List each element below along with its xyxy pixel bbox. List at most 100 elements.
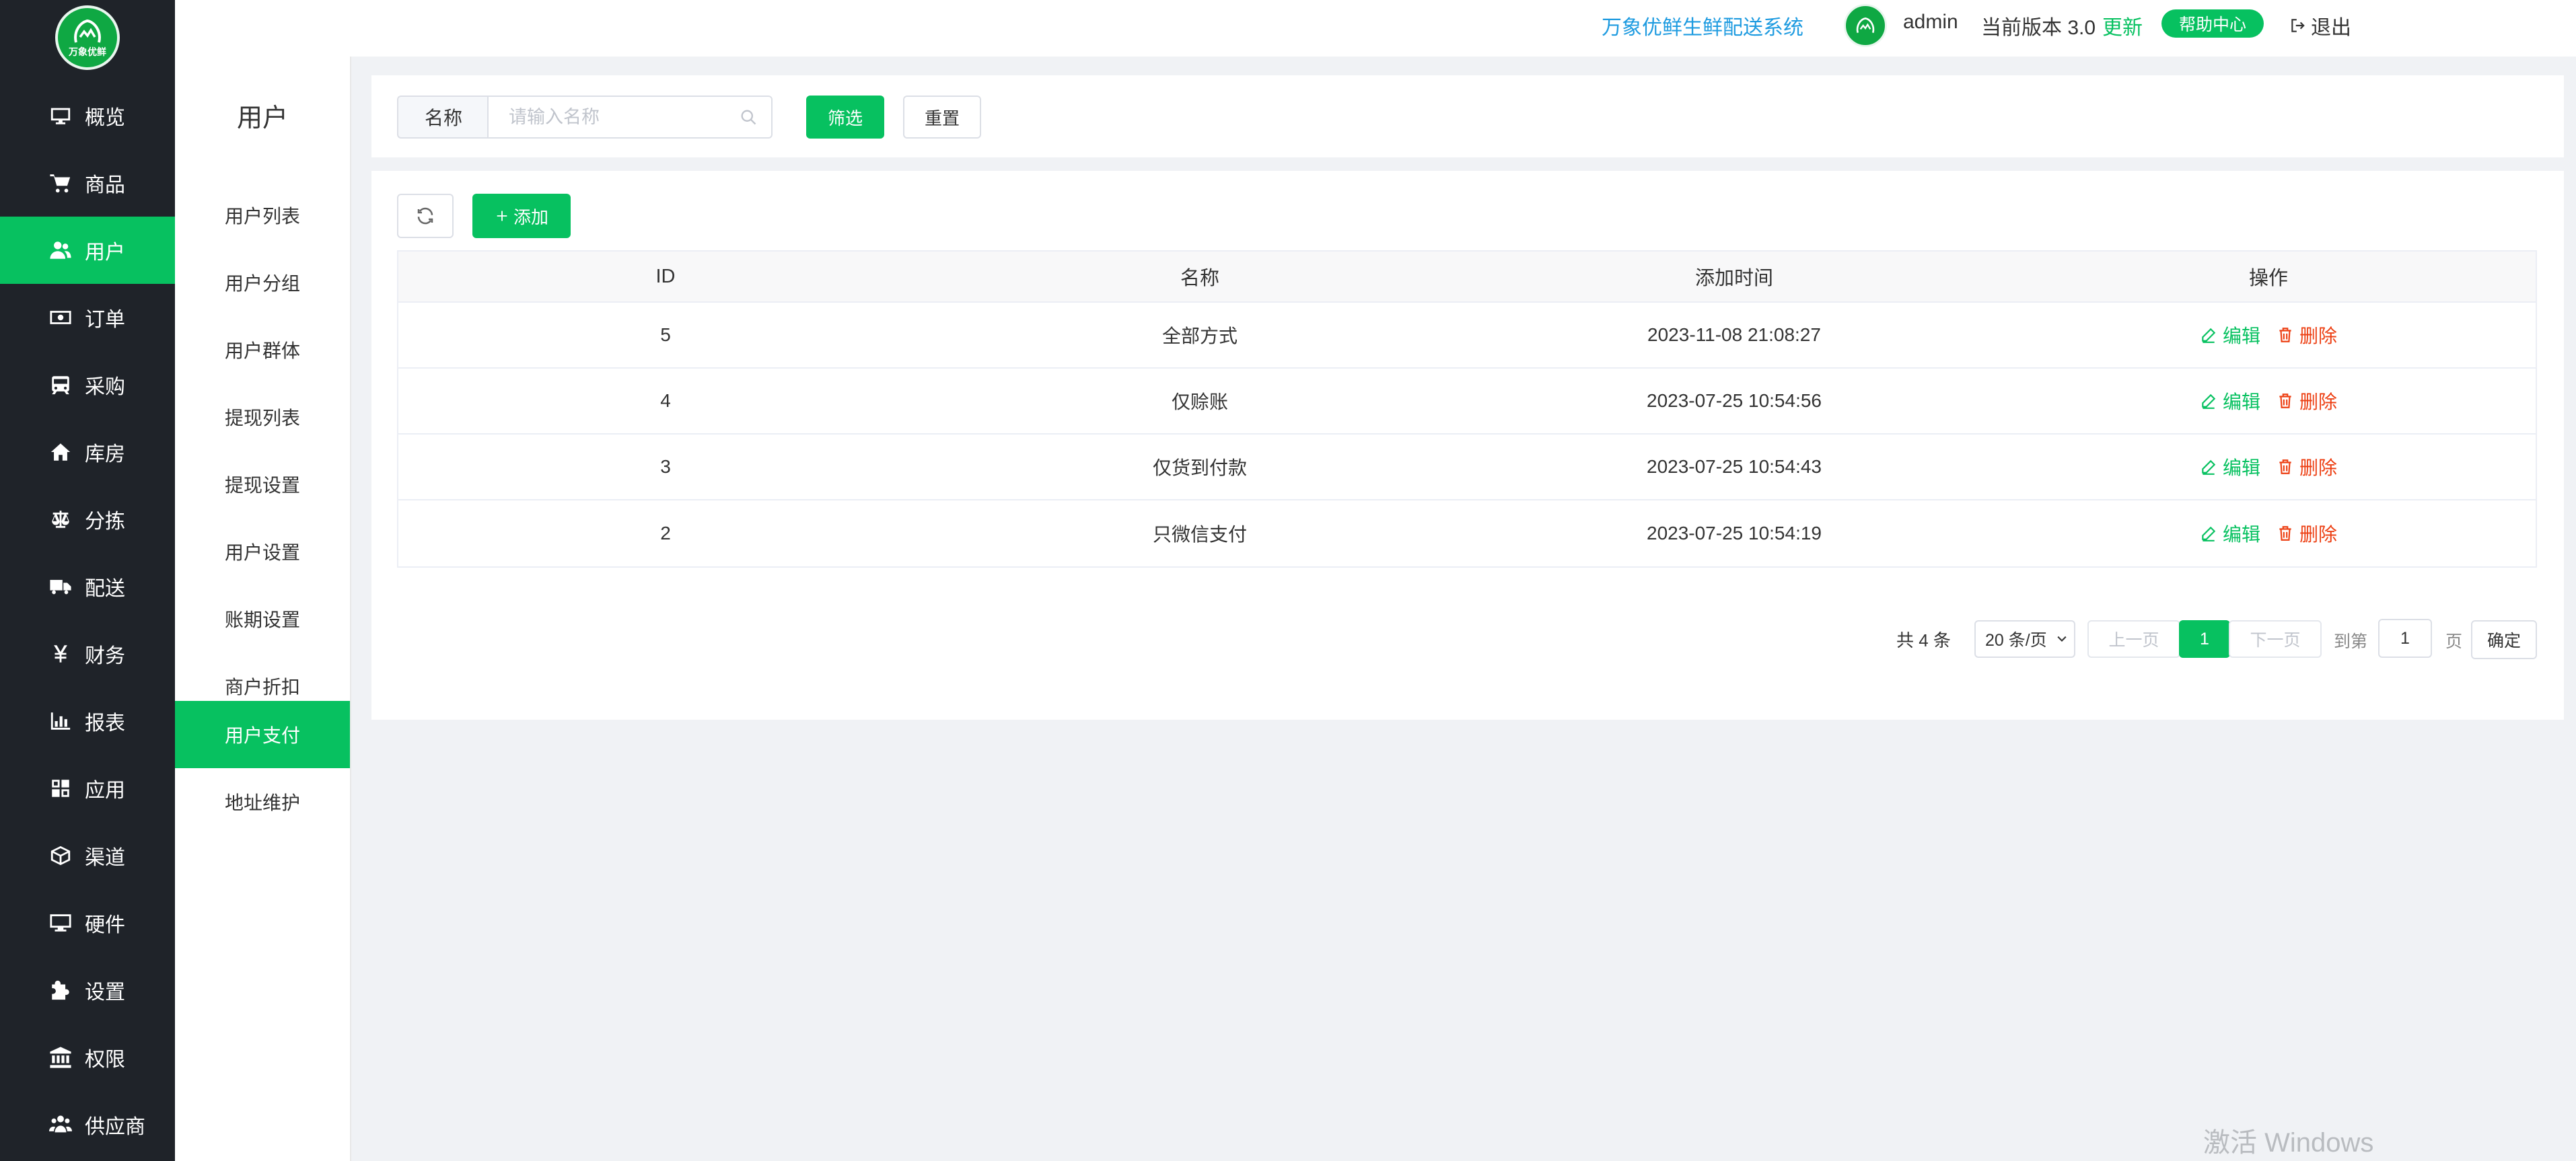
pencil-icon (2202, 394, 2216, 409)
submenu-item-user-list[interactable]: 用户列表 (175, 182, 350, 249)
payment-methods-table: ID 名称 添加时间 操作 5 全部方式 2023-11-08 21:08:27… (397, 250, 2537, 568)
cell-actions: 编辑 删除 (2001, 453, 2536, 480)
delete-button[interactable]: 删除 (2277, 387, 2337, 414)
delete-label: 删除 (2299, 457, 2338, 478)
scale-icon (48, 507, 73, 531)
edit-label: 编辑 (2222, 391, 2260, 412)
name-search-input[interactable] (487, 96, 773, 139)
refresh-button[interactable] (397, 194, 454, 238)
trash-icon (2279, 394, 2291, 408)
avatar[interactable] (1844, 4, 1887, 47)
table-row: 5 全部方式 2023-11-08 21:08:27 编辑 删除 (398, 303, 2536, 369)
cell-id: 3 (660, 456, 671, 477)
logout-button[interactable]: 退出 (2289, 11, 2351, 40)
nav-item-hardware[interactable]: 硬件 (0, 889, 175, 957)
main-sidebar: 万象优鲜 概览 商品 用户 订单 采购 库房 分拣 配送 财务 报表 应用 渠道… (0, 0, 175, 1161)
reset-button[interactable]: 重置 (903, 96, 981, 139)
submenu-item-address[interactable]: 地址维护 (175, 768, 350, 835)
cell-actions: 编辑 删除 (2001, 520, 2536, 547)
nav-label: 分拣 (85, 511, 125, 533)
nav-label: 财务 (85, 645, 125, 667)
puzzle-icon (48, 978, 73, 1002)
nav-label: 订单 (85, 309, 125, 331)
table-header-row: ID 名称 添加时间 操作 (398, 252, 2536, 303)
delete-button[interactable]: 删除 (2277, 520, 2337, 547)
nav-item-warehouse[interactable]: 库房 (0, 418, 175, 486)
page-size-select[interactable]: 20 条/页 (1974, 620, 2075, 658)
goto-confirm-button[interactable]: 确定 (2471, 620, 2537, 659)
delete-button[interactable]: 删除 (2277, 322, 2337, 348)
nav-item-delivery[interactable]: 配送 (0, 553, 175, 620)
delete-label: 删除 (2299, 391, 2338, 412)
submenu-item-user-segments[interactable]: 用户群体 (175, 316, 350, 383)
column-header-name: 名称 (1180, 268, 1219, 289)
nav-item-finance[interactable]: 财务 (0, 620, 175, 687)
update-link[interactable]: 更新 (2102, 11, 2143, 40)
delete-label: 删除 (2299, 326, 2338, 346)
page-number-current[interactable]: 1 (2179, 620, 2230, 658)
nav-label: 用户 (85, 241, 125, 264)
add-button[interactable]: 添加 (472, 194, 571, 238)
nav-item-reports[interactable]: 报表 (0, 687, 175, 755)
users-icon (48, 238, 73, 262)
next-page-button[interactable]: 下一页 (2229, 620, 2322, 658)
nav-label: 配送 (85, 578, 125, 600)
desktop-icon (48, 911, 73, 935)
submenu-item-withdraw-list[interactable]: 提现列表 (175, 383, 350, 451)
add-label: 添加 (513, 207, 548, 227)
nav-item-channels[interactable]: 渠道 (0, 822, 175, 889)
nav-item-suppliers[interactable]: 供应商 (0, 1091, 175, 1158)
edit-button[interactable]: 编辑 (2200, 322, 2260, 348)
edit-button[interactable]: 编辑 (2200, 453, 2260, 480)
apps-icon (48, 776, 73, 800)
cell-name: 全部方式 (1161, 326, 1238, 346)
nav-item-overview[interactable]: 概览 (0, 82, 175, 149)
delete-button[interactable]: 删除 (2277, 453, 2337, 480)
column-header-actions: 操作 (2248, 268, 2288, 289)
yen-icon (48, 642, 73, 666)
logo-mark-icon (1856, 17, 1875, 33)
nav-label: 渠道 (85, 847, 125, 869)
cell-name: 仅赊账 (1171, 391, 1228, 412)
submenu: 用户 用户列表 用户分组 用户群体 提现列表 提现设置 用户设置 账期设置 商户… (175, 57, 351, 1161)
logo[interactable]: 万象优鲜 (55, 5, 120, 70)
edit-button[interactable]: 编辑 (2200, 520, 2260, 547)
nav-label: 概览 (85, 107, 125, 129)
page-unit-label: 页 (2445, 632, 2463, 651)
submenu-item-user-payment[interactable]: 用户支付 (175, 701, 350, 768)
nav-item-goods[interactable]: 商品 (0, 149, 175, 217)
logo-text: 万象优鲜 (69, 46, 106, 57)
money-icon (48, 305, 73, 330)
cube-icon (48, 844, 73, 868)
nav-item-sorting[interactable]: 分拣 (0, 486, 175, 553)
system-name-link[interactable]: 万象优鲜生鲜配送系统 (1602, 11, 1803, 40)
cell-time: 2023-07-25 10:54:19 (1647, 523, 1822, 544)
edit-button[interactable]: 编辑 (2200, 387, 2260, 414)
nav-item-purchase[interactable]: 采购 (0, 351, 175, 418)
table-row: 2 只微信支付 2023-07-25 10:54:19 编辑 删除 (398, 500, 2536, 566)
username[interactable]: admin (1903, 11, 1958, 34)
prev-page-button[interactable]: 上一页 (2087, 620, 2180, 658)
train-icon (48, 373, 73, 397)
cell-name: 只微信支付 (1152, 524, 1247, 545)
table-row: 3 仅货到付款 2023-07-25 10:54:43 编辑 删除 (398, 435, 2536, 500)
nav-item-apps[interactable]: 应用 (0, 755, 175, 822)
nav-item-orders[interactable]: 订单 (0, 284, 175, 351)
submenu-item-billing-period[interactable]: 账期设置 (175, 585, 350, 652)
submenu-item-user-groups[interactable]: 用户分组 (175, 249, 350, 316)
cell-time: 2023-07-25 10:54:56 (1647, 390, 1822, 411)
nav-item-permissions[interactable]: 权限 (0, 1024, 175, 1091)
nav-label: 硬件 (85, 914, 125, 936)
home-icon (48, 440, 73, 464)
filter-button[interactable]: 筛选 (806, 96, 884, 139)
nav-label: 权限 (85, 1049, 125, 1071)
column-header-time: 添加时间 (1694, 268, 1773, 289)
help-center-button[interactable]: 帮助中心 (2161, 9, 2264, 38)
nav-item-users[interactable]: 用户 (0, 217, 175, 284)
goto-page-input[interactable] (2378, 619, 2432, 658)
submenu-item-user-settings[interactable]: 用户设置 (175, 518, 350, 585)
cell-time: 2023-11-08 21:08:27 (1647, 324, 1821, 345)
nav-item-settings[interactable]: 设置 (0, 957, 175, 1024)
version-label: 当前版本 3.0 (1981, 17, 2096, 39)
submenu-item-withdraw-settings[interactable]: 提现设置 (175, 451, 350, 518)
